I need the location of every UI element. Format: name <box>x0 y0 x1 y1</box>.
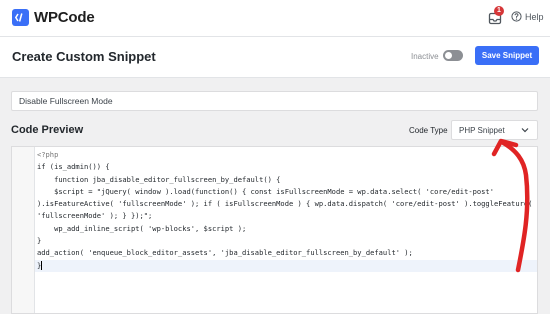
code-line: if (is_admin()) { <box>37 162 110 172</box>
notification-badge: 1 <box>494 6 504 16</box>
help-link[interactable]: Help <box>511 11 544 22</box>
code-line: add_action( 'enqueue_block_editor_assets… <box>37 248 413 258</box>
code-line: $script = "jQuery( window ).load(functio… <box>37 186 494 196</box>
code-line: 'fullscreenMode' ); } });"; <box>37 211 153 221</box>
help-icon <box>511 11 522 22</box>
wpcode-logo[interactable]: WPCode <box>12 9 95 26</box>
code-line-active: } <box>35 259 537 272</box>
toggle-knob <box>445 52 452 59</box>
page-header: Create Custom Snippet Inactive Save Snip… <box>0 37 550 78</box>
page-title: Create Custom Snippet <box>12 49 156 64</box>
code-line: wp_add_inline_script( 'wp-blocks', $scri… <box>37 223 247 233</box>
status-label: Inactive <box>411 52 439 61</box>
code-line: function jba_disable_editor_fullscreen_b… <box>37 174 281 184</box>
annotation-arrow-icon <box>491 138 530 273</box>
line-gutter <box>12 147 35 313</box>
top-bar: WPCode 1 Help <box>0 0 550 37</box>
snippet-title-input[interactable]: Disable Fullscreen Mode <box>11 91 538 111</box>
code-content[interactable]: <?php if (is_admin()) { function jba_dis… <box>35 149 537 272</box>
code-type-label: Code Type <box>409 126 448 135</box>
code-editor[interactable]: <?php if (is_admin()) { function jba_dis… <box>11 146 538 314</box>
wpcode-logo-icon <box>12 9 29 26</box>
code-line: } <box>37 236 42 246</box>
brand-name: WPCode <box>34 9 95 26</box>
code-line: <?php <box>37 150 59 159</box>
help-label: Help <box>525 11 544 22</box>
code-preview-title: Code Preview <box>11 124 84 136</box>
code-line: ).isFeatureActive( 'fullscreenMode' ); i… <box>37 199 533 209</box>
text-cursor <box>41 261 43 271</box>
save-snippet-button[interactable]: Save Snippet <box>475 46 539 65</box>
active-toggle[interactable] <box>443 50 463 61</box>
